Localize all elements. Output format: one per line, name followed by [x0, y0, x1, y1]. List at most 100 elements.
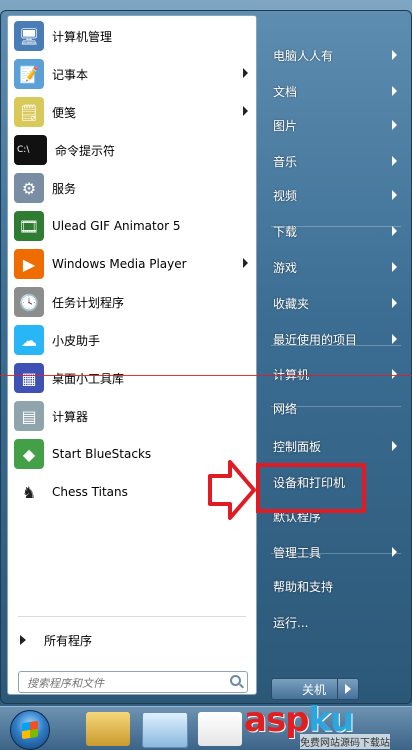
separator	[18, 616, 246, 617]
separator	[271, 406, 401, 407]
computer-management-icon: 🖥	[14, 21, 44, 51]
separator	[271, 345, 401, 346]
submenu-arrow-icon[interactable]	[392, 547, 397, 557]
start-button[interactable]	[10, 710, 50, 750]
program-label: Ulead GIF Animator 5	[52, 219, 181, 233]
program-label: 计算机管理	[52, 29, 113, 44]
program-label: 服务	[52, 181, 77, 196]
annotation-line	[0, 375, 412, 376]
pointer-arrow-annotation	[208, 460, 256, 520]
place-label: 运行...	[273, 615, 309, 630]
place-item[interactable]: 最近使用的项目	[265, 326, 405, 352]
program-item[interactable]: 🕓 任务计划程序	[8, 284, 256, 320]
cmd-icon: C:\	[14, 135, 47, 165]
submenu-arrow-icon[interactable]	[392, 334, 397, 344]
place-label: 计算机	[273, 367, 310, 382]
services-gear-icon: ⚙	[14, 173, 44, 203]
place-item[interactable]: 游戏	[265, 254, 405, 280]
place-item[interactable]: 收藏夹	[265, 290, 405, 316]
search-input[interactable]	[25, 674, 224, 692]
place-label: 游戏	[273, 260, 298, 275]
shutdown-options-button[interactable]	[337, 678, 359, 700]
task-scheduler-clock-icon: 🕓	[14, 287, 44, 317]
program-item[interactable]: 🗒 便笺	[8, 94, 256, 130]
sticky-notes-icon: 🗒	[14, 97, 44, 127]
program-item[interactable]: ☁ 小皮助手	[8, 322, 256, 358]
place-label: 管理工具	[273, 545, 322, 560]
place-item[interactable]: 控制面板	[265, 433, 405, 459]
submenu-arrow-icon[interactable]	[392, 120, 397, 130]
place-item[interactable]: 下载	[265, 218, 405, 244]
program-label: Windows Media Player	[52, 257, 187, 271]
program-label: 小皮助手	[52, 333, 101, 348]
control-panel-taskbar-icon[interactable]	[142, 712, 188, 748]
place-item[interactable]: 视频	[265, 182, 405, 208]
search-box[interactable]	[18, 671, 248, 693]
submenu-arrow-icon[interactable]	[243, 68, 248, 78]
submenu-arrow-icon[interactable]	[392, 298, 397, 308]
program-item[interactable]: ▶ Windows Media Player	[8, 246, 256, 282]
program-label: Start BlueStacks	[52, 447, 152, 461]
program-item[interactable]: 📝 记事本	[8, 56, 256, 92]
watermark-subtitle: 免费网站源码下载站	[300, 734, 390, 749]
submenu-arrow-icon[interactable]	[392, 86, 397, 96]
xiaopi-icon: ☁	[14, 325, 44, 355]
place-item[interactable]: 管理工具	[265, 539, 405, 565]
place-item[interactable]: 电脑人人有	[265, 42, 405, 68]
place-label: 收藏夹	[273, 296, 310, 311]
program-label: 记事本	[52, 67, 89, 82]
place-item[interactable]: 运行...	[265, 609, 405, 635]
submenu-arrow-icon[interactable]	[392, 262, 397, 272]
highlight-box	[256, 463, 366, 513]
media-player-icon: ▶	[14, 249, 44, 279]
place-label: 视频	[273, 188, 298, 203]
place-item[interactable]: 计算机	[265, 361, 405, 387]
place-item[interactable]: 图片	[265, 112, 405, 138]
program-item[interactable]: C:\ 命令提示符	[8, 132, 256, 168]
submenu-arrow-icon[interactable]	[392, 156, 397, 166]
program-label: 计算器	[52, 409, 89, 424]
search-icon[interactable]	[230, 675, 241, 686]
calculator-icon: ▤	[14, 401, 44, 431]
submenu-arrow-icon[interactable]	[243, 258, 248, 268]
place-label: 文档	[273, 84, 298, 99]
submenu-arrow-icon[interactable]	[392, 50, 397, 60]
program-label: 桌面小工具库	[52, 371, 125, 386]
submenu-arrow-icon[interactable]	[392, 441, 397, 451]
place-item[interactable]: 帮助和支持	[265, 573, 405, 599]
program-label: Chess Titans	[52, 485, 128, 499]
place-label: 图片	[273, 118, 298, 133]
program-item[interactable]: 🖥 计算机管理	[8, 18, 256, 54]
submenu-arrow-icon[interactable]	[392, 369, 397, 379]
submenu-arrow-icon[interactable]	[392, 190, 397, 200]
all-programs-label: 所有程序	[44, 633, 93, 648]
place-label: 电脑人人有	[273, 48, 334, 63]
gadgets-icon: ▦	[14, 363, 44, 393]
separator	[271, 226, 401, 227]
place-item[interactable]: 文档	[265, 78, 405, 104]
place-label: 帮助和支持	[273, 579, 334, 594]
program-item[interactable]: 🎞 Ulead GIF Animator 5	[8, 208, 256, 244]
expand-arrow-icon	[20, 635, 26, 645]
submenu-arrow-icon[interactable]	[392, 226, 397, 236]
all-programs-button[interactable]: 所有程序	[8, 630, 256, 650]
shutdown-label: 关机	[301, 682, 326, 697]
separator	[271, 553, 401, 554]
program-label: 命令提示符	[55, 143, 116, 158]
program-item[interactable]: ▦ 桌面小工具库	[8, 360, 256, 396]
program-label: 任务计划程序	[52, 295, 125, 310]
program-item[interactable]: ⚙ 服务	[8, 170, 256, 206]
place-item[interactable]: 网络	[265, 395, 405, 421]
place-label: 音乐	[273, 154, 298, 169]
place-label: 控制面板	[273, 439, 322, 454]
notepad-icon: 📝	[14, 59, 44, 89]
program-item[interactable]: ▤ 计算器	[8, 398, 256, 434]
chess-icon: ♞	[14, 477, 44, 507]
bluestacks-icon: ◆	[14, 439, 44, 469]
explorer-taskbar-icon[interactable]	[86, 712, 130, 746]
place-item[interactable]: 音乐	[265, 148, 405, 174]
submenu-arrow-icon[interactable]	[243, 106, 248, 116]
hi-app-taskbar-icon[interactable]	[198, 712, 242, 746]
programs-pane: 所有程序 🖥 计算机管理 📝 记事本 🗒 便笺 C:\ 命令提示符 ⚙ 服务 🎞 Ulead GIF …	[7, 15, 257, 695]
place-label: 网络	[273, 401, 298, 416]
